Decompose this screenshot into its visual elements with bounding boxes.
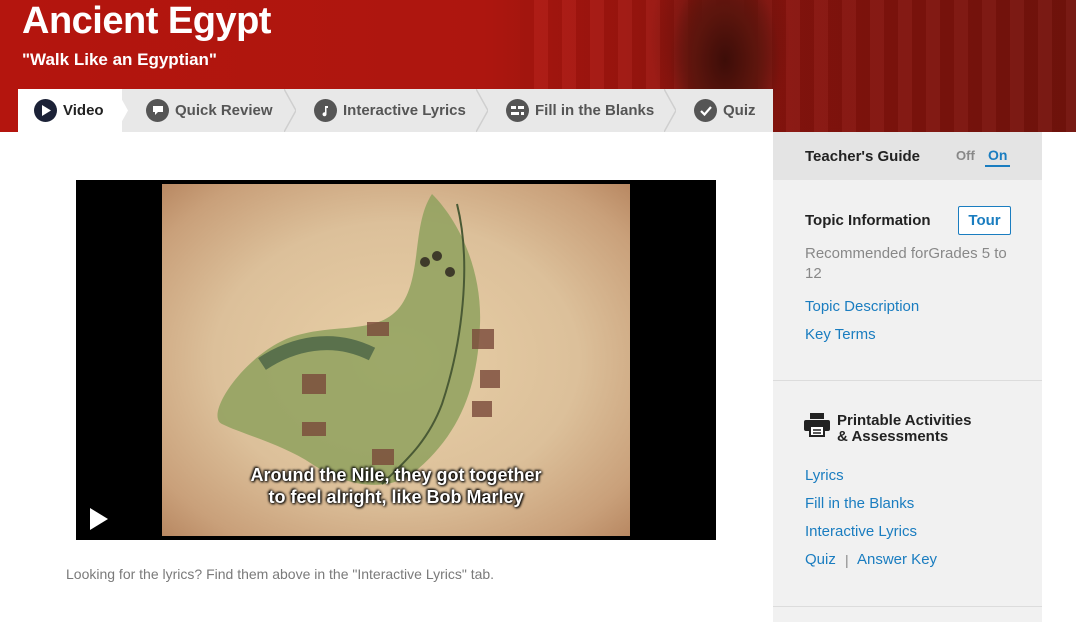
- tab-label: Quiz: [723, 102, 756, 119]
- recommended-grades: Recommended forGrades 5 to 12: [805, 245, 1007, 282]
- printer-icon: [804, 413, 830, 437]
- printable-activities-heading: Printable Activities & Assessments: [837, 413, 972, 445]
- quiz-link[interactable]: Quiz: [805, 551, 836, 568]
- sidebar-divider: [773, 606, 1042, 607]
- video-captions: Around the Nile, they got together to fe…: [76, 464, 716, 508]
- tab-label: Video: [63, 102, 104, 119]
- fill-in-the-blanks-link[interactable]: Fill in the Blanks: [805, 495, 914, 512]
- sidebar-divider: [773, 380, 1042, 381]
- play-button[interactable]: [90, 508, 108, 530]
- tab-quiz[interactable]: Quiz: [670, 89, 773, 132]
- speech-bubble-icon: [146, 99, 169, 122]
- music-note-icon: [314, 99, 337, 122]
- blanks-icon: [506, 99, 529, 122]
- tab-label: Fill in the Blanks: [535, 102, 655, 119]
- teachers-guide-label: Teacher's Guide: [805, 148, 920, 165]
- tab-video[interactable]: Video: [18, 89, 128, 132]
- answer-key-link[interactable]: Answer Key: [857, 551, 937, 568]
- tour-button[interactable]: Tour: [958, 206, 1011, 235]
- tab-label: Quick Review: [175, 102, 273, 119]
- page-subtitle: "Walk Like an Egyptian": [22, 50, 217, 69]
- printable-heading-line: Printable Activities: [837, 412, 972, 429]
- teachers-guide-bar: Teacher's Guide Off On: [773, 132, 1042, 180]
- sidebar: Teacher's Guide Off On Topic Information…: [773, 132, 1042, 622]
- caption-line: to feel alright, like Bob Marley: [268, 487, 524, 507]
- tab-label: Interactive Lyrics: [343, 102, 466, 119]
- printable-heading-line: & Assessments: [837, 428, 949, 445]
- lyrics-hint: Looking for the lyrics? Find them above …: [66, 566, 495, 582]
- key-terms-link[interactable]: Key Terms: [805, 326, 876, 343]
- tab-bar: Video Quick Review Interactive Lyrics Fi…: [18, 89, 773, 132]
- play-icon: [34, 99, 57, 122]
- tab-quick-review[interactable]: Quick Review: [122, 89, 296, 132]
- page-title: Ancient Egypt: [22, 0, 271, 42]
- caption-line: Around the Nile, they got together: [250, 465, 542, 485]
- lyrics-link[interactable]: Lyrics: [805, 467, 844, 484]
- tab-interactive-lyrics[interactable]: Interactive Lyrics: [290, 89, 488, 132]
- topic-description-link[interactable]: Topic Description: [805, 298, 919, 315]
- video-player[interactable]: Around the Nile, they got together to fe…: [76, 180, 716, 540]
- link-separator: |: [845, 552, 849, 568]
- topic-information-heading: Topic Information: [805, 212, 931, 229]
- teachers-guide-off-toggle[interactable]: Off: [956, 148, 975, 163]
- checkmark-icon: [694, 99, 717, 122]
- interactive-lyrics-link[interactable]: Interactive Lyrics: [805, 523, 917, 540]
- tab-fill-in-the-blanks[interactable]: Fill in the Blanks: [482, 89, 676, 132]
- teachers-guide-on-toggle[interactable]: On: [985, 147, 1011, 167]
